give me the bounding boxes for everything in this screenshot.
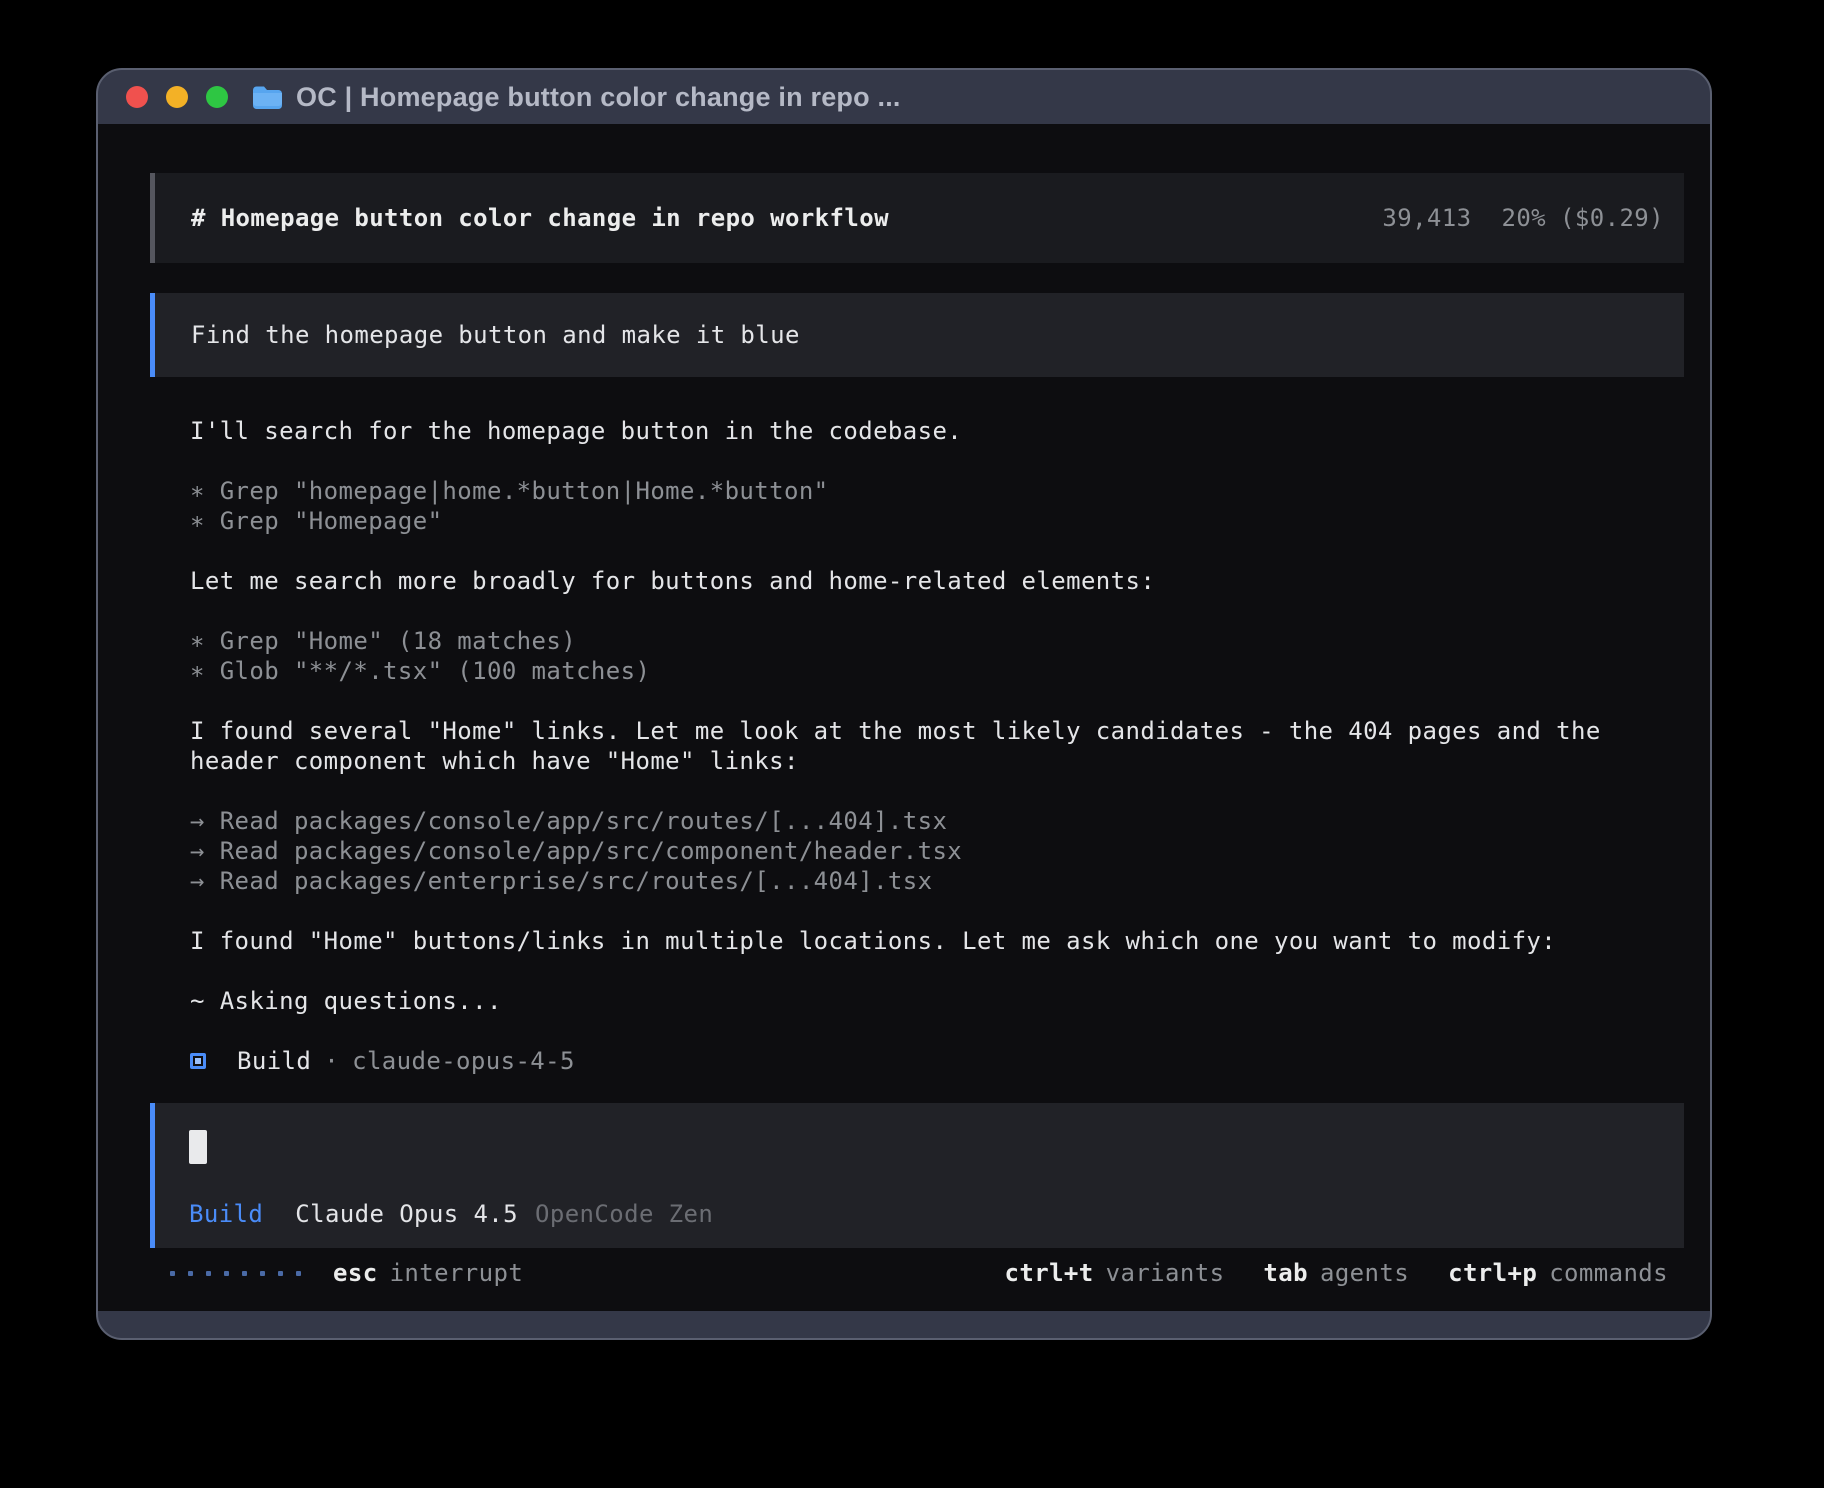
- transcript-line: Let me search more broadly for buttons a…: [190, 566, 1660, 596]
- zoom-button[interactable]: [206, 86, 228, 108]
- footer-right-hints: ctrl+t variants tab agents ctrl+p comman…: [966, 1259, 1668, 1287]
- transcript-line: ∗ Grep "homepage|home.*button|Home.*butt…: [190, 476, 1660, 506]
- input-model-label: Claude Opus 4.5: [295, 1200, 518, 1228]
- keyboard-hint: ctrl+p commands: [1448, 1259, 1668, 1287]
- agent-name: Build: [237, 1047, 311, 1075]
- text-cursor: [189, 1130, 207, 1164]
- spinner-dot: [278, 1271, 283, 1276]
- agent-model: claude-opus-4-5: [352, 1047, 575, 1075]
- footer-left-hints: esc interrupt: [333, 1259, 523, 1287]
- transcript-line: I'll search for the homepage button in t…: [190, 416, 1660, 446]
- spinner-dot: [224, 1271, 229, 1276]
- window-title: OC | Homepage button color change in rep…: [296, 82, 901, 113]
- status-bar: esc interrupt ctrl+t variants tab agents…: [170, 1258, 1668, 1288]
- transcript-line: [190, 536, 1660, 566]
- input-statusline: Build Claude Opus 4.5 OpenCode Zen: [189, 1199, 1664, 1229]
- input-provider-label: OpenCode Zen: [535, 1200, 713, 1228]
- close-button[interactable]: [126, 86, 148, 108]
- transcript-line: I found several "Home" links. Let me loo…: [190, 716, 1660, 776]
- transcript-line: [190, 956, 1660, 986]
- transcript-line: [190, 596, 1660, 626]
- hint-label: commands: [1549, 1259, 1668, 1287]
- hint-label: variants: [1106, 1259, 1225, 1287]
- spinner-dot: [170, 1271, 175, 1276]
- agent-status-icon: [190, 1053, 206, 1069]
- transcript-line: → Read packages/console/app/src/componen…: [190, 836, 1660, 866]
- transcript-line: → Read packages/console/app/src/routes/[…: [190, 806, 1660, 836]
- hint-key: tab: [1263, 1259, 1308, 1287]
- transcript-line: [190, 896, 1660, 926]
- user-message-text: Find the homepage button and make it blu…: [191, 321, 800, 349]
- folder-icon: [252, 85, 283, 110]
- spinner-dot: [206, 1271, 211, 1276]
- transcript-line: [190, 686, 1660, 716]
- prompt-input[interactable]: Build Claude Opus 4.5 OpenCode Zen: [150, 1103, 1684, 1248]
- traffic-lights: [126, 86, 228, 108]
- transcript-line: I found "Home" buttons/links in multiple…: [190, 926, 1660, 956]
- transcript: I'll search for the homepage button in t…: [150, 416, 1660, 1016]
- transcript-line: ∗ Grep "Home" (18 matches): [190, 626, 1660, 656]
- agent-badge: Build · claude-opus-4-5: [190, 1046, 1684, 1076]
- keyboard-hint: esc interrupt: [333, 1259, 523, 1287]
- transcript-line: ∗ Grep "Homepage": [190, 506, 1660, 536]
- minimize-button[interactable]: [166, 86, 188, 108]
- status-bar-left: esc interrupt: [170, 1259, 523, 1287]
- transcript-line: ∗ Glob "**/*.tsx" (100 matches): [190, 656, 1660, 686]
- user-message: Find the homepage button and make it blu…: [150, 293, 1684, 377]
- token-count: 39,413: [1382, 204, 1471, 232]
- session-cost: ($0.29): [1560, 204, 1664, 232]
- hint-key: esc: [333, 1259, 378, 1287]
- transcript-line: [190, 776, 1660, 806]
- session-header: # Homepage button color change in repo w…: [150, 173, 1684, 263]
- terminal-content: # Homepage button color change in repo w…: [98, 124, 1710, 1311]
- window-titlebar: OC | Homepage button color change in rep…: [98, 70, 1710, 124]
- spinner-dot: [188, 1271, 193, 1276]
- spinner-dot: [260, 1271, 265, 1276]
- context-percent: 20%: [1501, 204, 1546, 232]
- keyboard-hint: ctrl+t variants: [1005, 1259, 1225, 1287]
- session-stats: 39,413 20% ($0.29): [1382, 204, 1664, 232]
- agent-separator: ·: [324, 1047, 339, 1075]
- hint-label: interrupt: [390, 1259, 524, 1287]
- hint-key: ctrl+t: [1005, 1259, 1094, 1287]
- transcript-line: [190, 446, 1660, 476]
- hint-key: ctrl+p: [1448, 1259, 1537, 1287]
- spinner-dot: [296, 1271, 301, 1276]
- hint-label: agents: [1320, 1259, 1409, 1287]
- spinner-dot: [242, 1271, 247, 1276]
- spinner-dots: [170, 1271, 301, 1276]
- session-title: # Homepage button color change in repo w…: [191, 204, 889, 232]
- keyboard-hint: tab agents: [1263, 1259, 1409, 1287]
- transcript-line: → Read packages/enterprise/src/routes/[.…: [190, 866, 1660, 896]
- input-agent-label: Build: [189, 1200, 263, 1228]
- transcript-line: ~ Asking questions...: [190, 986, 1660, 1016]
- terminal-window: OC | Homepage button color change in rep…: [96, 68, 1712, 1340]
